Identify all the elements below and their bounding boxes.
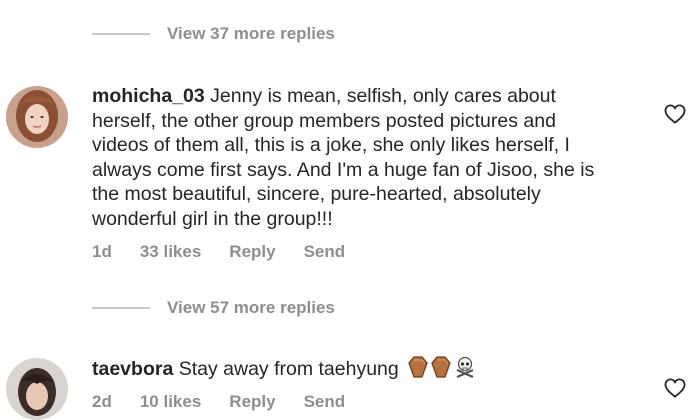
comment-username[interactable]: taevbora (92, 358, 173, 380)
coffin-emoji (408, 356, 428, 378)
avatar[interactable] (6, 358, 68, 420)
heart-outline-icon[interactable] (664, 104, 686, 124)
skull-crossbones-emoji (456, 356, 474, 378)
view-more-replies-label: View 37 more replies (167, 24, 335, 43)
comment-timestamp: 2d (92, 392, 112, 411)
comment-body: mohicha_03 Jenny is mean, selfish, only … (92, 84, 617, 231)
send-button[interactable]: Send (304, 392, 346, 412)
coffin-emoji (431, 356, 451, 378)
emoji-group (408, 356, 476, 378)
comment-username[interactable]: mohicha_03 (92, 85, 205, 107)
comment-timestamp: 1d (92, 242, 112, 261)
reply-button[interactable]: Reply (229, 242, 275, 262)
comment-body: taevbora Stay away from taehyung (92, 356, 617, 382)
comment-likes-count[interactable]: 33 likes (140, 242, 201, 262)
avatar[interactable] (6, 86, 68, 148)
view-more-replies-button[interactable]: View 57 more replies (92, 298, 335, 318)
send-button[interactable]: Send (304, 242, 346, 262)
replies-divider-line (92, 307, 150, 309)
reply-button[interactable]: Reply (229, 392, 275, 412)
avatar-image (6, 358, 68, 420)
replies-divider-line (92, 33, 150, 35)
comment-meta: 1d 33 likes Reply Send (92, 242, 373, 262)
comment-meta: 2d 10 likes Reply Send (92, 392, 373, 412)
heart-outline-icon[interactable] (664, 378, 686, 398)
view-more-replies-label: View 57 more replies (167, 298, 335, 317)
comment-text: Stay away from taehyung (178, 358, 399, 380)
view-more-replies-button[interactable]: View 37 more replies (92, 24, 335, 44)
avatar-image (6, 86, 68, 148)
comment-likes-count[interactable]: 10 likes (140, 392, 201, 412)
